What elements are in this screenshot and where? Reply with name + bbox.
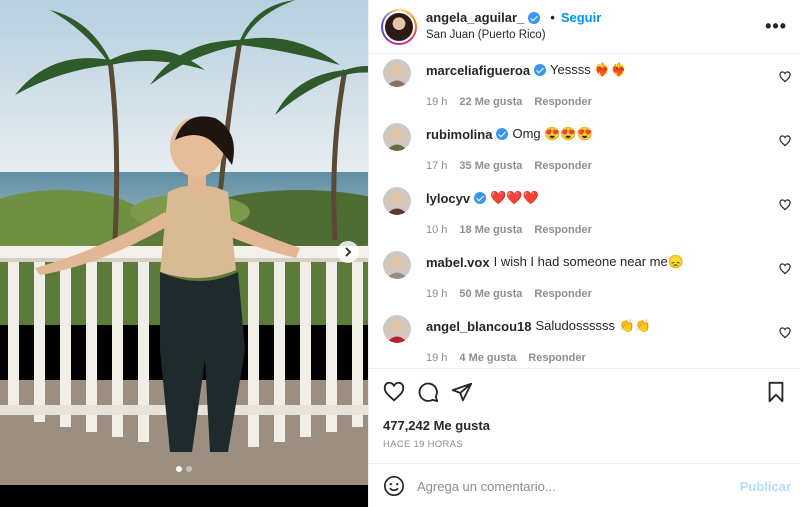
author-username[interactable]: angela_aguilar_	[426, 10, 524, 25]
reply-button[interactable]: Responder	[534, 96, 591, 108]
post-media	[0, 0, 368, 507]
comment-text: Yessss ❤️‍🔥❤️‍🔥	[550, 62, 627, 77]
like-heart-icon[interactable]	[383, 381, 405, 403]
comments-list[interactable]: marceliafigueroa Yessss ❤️‍🔥❤️‍🔥 19 h 22 Me…	[369, 54, 800, 368]
commenter-avatar[interactable]	[383, 251, 411, 279]
comment-like-heart-icon[interactable]	[779, 135, 791, 147]
comment-text: ❤️❤️❤️	[490, 190, 539, 205]
comment-meta: 19 h 50 Me gusta Responder	[426, 288, 592, 300]
author-avatar[interactable]	[381, 9, 417, 45]
comment-item: angel_blancou18 Saludossssss 👏👏 19 h 4 Me g…	[369, 315, 800, 368]
comment-input[interactable]	[417, 474, 727, 498]
comment-likes[interactable]: 18 Me gusta	[459, 224, 522, 236]
comment-likes[interactable]: 50 Me gusta	[459, 288, 522, 300]
instagram-post-view: angela_aguilar_ • Seguir San Juan (Puert…	[0, 0, 800, 507]
verified-badge-icon	[474, 192, 487, 204]
post-header: angela_aguilar_ • Seguir San Juan (Puert…	[369, 0, 800, 54]
comment-text-line: marceliafigueroa Yessss ❤️‍🔥❤️‍🔥	[426, 62, 627, 78]
author-row: angela_aguilar_ • Seguir	[426, 10, 601, 25]
verified-badge-icon	[534, 64, 547, 76]
reply-button[interactable]: Responder	[534, 288, 591, 300]
post-details-panel: angela_aguilar_ • Seguir San Juan (Puert…	[368, 0, 800, 507]
comment-time[interactable]: 10 h	[426, 224, 447, 236]
comment-like-heart-icon[interactable]	[779, 199, 791, 211]
commenter-avatar[interactable]	[383, 123, 411, 151]
comment-item: marceliafigueroa Yessss ❤️‍🔥❤️‍🔥 19 h 22 Me…	[369, 59, 800, 119]
commenter-avatar[interactable]	[383, 187, 411, 215]
post-timestamp[interactable]: HACE 19 HORAS	[383, 439, 463, 450]
comment-meta: 10 h 18 Me gusta Responder	[426, 224, 592, 236]
commenter-username[interactable]: rubimolina	[426, 127, 492, 142]
chevron-right-icon	[345, 247, 352, 257]
carousel-indicator	[0, 466, 368, 472]
likes-count[interactable]: 477,242 Me gusta	[383, 418, 490, 433]
post-photo[interactable]	[0, 0, 368, 485]
post-location[interactable]: San Juan (Puerto Rico)	[426, 29, 546, 41]
comment-like-heart-icon[interactable]	[779, 71, 791, 83]
comment-bubble-icon[interactable]	[417, 381, 439, 403]
comment-likes[interactable]: 4 Me gusta	[459, 352, 516, 364]
comment-likes[interactable]: 35 Me gusta	[459, 160, 522, 172]
verified-badge-icon	[496, 128, 509, 140]
reply-button[interactable]: Responder	[528, 352, 585, 364]
next-slide-button[interactable]	[337, 241, 359, 263]
post-actions: 477,242 Me gusta HACE 19 HORAS	[369, 368, 800, 466]
comment-item: rubimolina Omg 😍😍😍 17 h 35 Me gusta Responde…	[369, 123, 800, 183]
commenter-username[interactable]: lylocyv	[426, 191, 470, 206]
comment-text: Saludossssss 👏👏	[535, 318, 651, 333]
comment-composer: Publicar	[369, 463, 800, 507]
comment-item: lylocyv ❤️❤️❤️ 10 h 18 Me gusta Responder	[369, 187, 800, 247]
comment-time[interactable]: 19 h	[426, 96, 447, 108]
comment-text: I wish I had someone near me😞	[493, 254, 684, 269]
comment-meta: 17 h 35 Me gusta Responder	[426, 160, 592, 172]
comment-meta: 19 h 22 Me gusta Responder	[426, 96, 592, 108]
comment-item: mabel.vox I wish I had someone near me😞 19…	[369, 251, 800, 311]
comment-time[interactable]: 19 h	[426, 352, 447, 364]
commenter-avatar[interactable]	[383, 315, 411, 343]
comment-like-heart-icon[interactable]	[779, 327, 791, 339]
header-separator: •	[550, 10, 555, 25]
commenter-username[interactable]: mabel.vox	[426, 255, 490, 270]
comment-text-line: rubimolina Omg 😍😍😍	[426, 126, 593, 142]
comment-text: Omg 😍😍😍	[512, 126, 593, 141]
comment-likes[interactable]: 22 Me gusta	[459, 96, 522, 108]
more-options-icon[interactable]: •••	[765, 16, 787, 37]
share-send-icon[interactable]	[451, 381, 473, 403]
follow-button[interactable]: Seguir	[561, 10, 601, 25]
carousel-dot-active	[176, 466, 182, 472]
comment-time[interactable]: 19 h	[426, 288, 447, 300]
commenter-avatar[interactable]	[383, 59, 411, 87]
comment-like-heart-icon[interactable]	[779, 263, 791, 275]
comment-text-line: lylocyv ❤️❤️❤️	[426, 190, 539, 206]
emoji-icon[interactable]	[383, 475, 405, 497]
carousel-dot	[186, 466, 192, 472]
comment-time[interactable]: 17 h	[426, 160, 447, 172]
publish-comment-button[interactable]: Publicar	[740, 479, 791, 494]
comment-meta: 19 h 4 Me gusta Responder	[426, 352, 586, 364]
commenter-username[interactable]: angel_blancou18	[426, 319, 531, 334]
verified-badge-icon	[528, 11, 541, 24]
save-bookmark-icon[interactable]	[765, 381, 787, 403]
reply-button[interactable]: Responder	[534, 160, 591, 172]
reply-button[interactable]: Responder	[534, 224, 591, 236]
comment-text-line: angel_blancou18 Saludossssss 👏👏	[426, 318, 651, 334]
commenter-username[interactable]: marceliafigueroa	[426, 63, 530, 78]
comment-text-line: mabel.vox I wish I had someone near me😞	[426, 254, 684, 270]
